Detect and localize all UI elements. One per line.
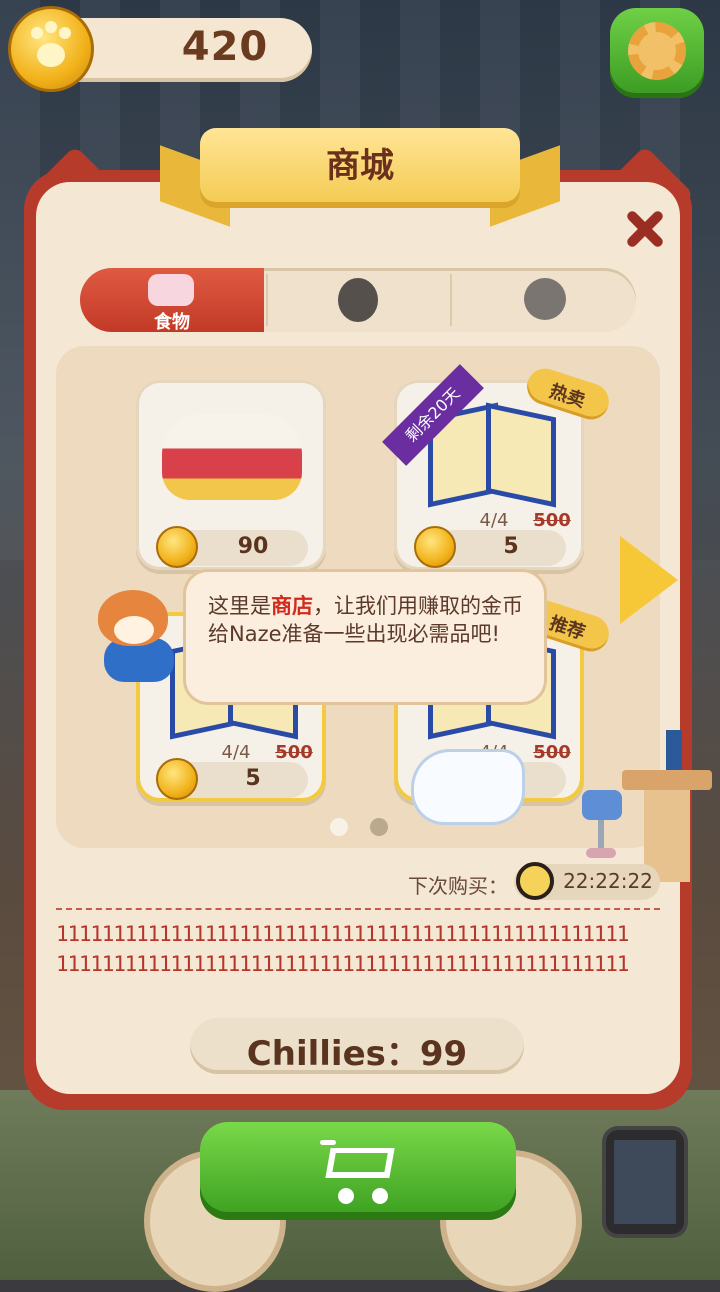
item-old-price: 500	[533, 510, 571, 531]
timer-value: 22:22:22	[563, 869, 653, 893]
tooltip-highlight: 商店	[271, 594, 313, 618]
cart-basket	[325, 1148, 395, 1178]
shop-item-food[interactable]: 90	[136, 380, 326, 570]
shopping-cart-icon	[320, 1140, 400, 1204]
price-tag: 90	[156, 526, 308, 568]
gear-icon	[628, 22, 686, 80]
category-tabs: 食物	[80, 268, 636, 332]
title-banner: 商城	[160, 128, 560, 227]
next-page-arrow-icon[interactable]	[620, 536, 678, 624]
banner-ribbon: 商城	[200, 128, 520, 208]
food-bowl-image	[162, 414, 302, 500]
filler-text: 1111111111111111111111111111111111111111…	[56, 952, 629, 976]
coin-amount: 420	[181, 24, 269, 70]
shop-title: 商城	[326, 146, 394, 186]
tab-items[interactable]	[452, 268, 636, 332]
phone-icon[interactable]	[606, 1130, 684, 1234]
next-purchase-timer: 22:22:22	[514, 862, 660, 900]
close-button[interactable]	[624, 208, 665, 249]
item-price: 5	[503, 534, 519, 559]
paw-coin-icon	[414, 526, 456, 568]
next-purchase-label: 下次购买：	[408, 874, 508, 898]
cake-icon	[148, 274, 194, 306]
paw-coin-icon	[156, 758, 198, 800]
item-price: 5	[245, 766, 261, 791]
item-stock: 4/4	[221, 742, 251, 763]
item-old-price: 500	[533, 742, 571, 763]
corgi-mascot	[88, 580, 188, 686]
item-stock: 4/4	[479, 510, 509, 531]
page-dot	[370, 818, 388, 836]
tutorial-tooltip: 这里是商店，让我们用赚取的金币给Naze准备一些出现必需品吧!	[186, 572, 544, 702]
phone-screen	[614, 1140, 676, 1224]
chair-decoration	[576, 780, 626, 860]
corgi-face	[114, 616, 154, 644]
tab-toys[interactable]	[266, 268, 450, 332]
price-tag: 5	[414, 526, 566, 568]
chillies-label: Chillies：99	[246, 1034, 468, 1074]
page-dot-active	[330, 818, 348, 836]
paw-coin-icon	[156, 526, 198, 568]
tab-food[interactable]: 食物	[80, 268, 264, 332]
paw-coin-icon	[8, 6, 94, 92]
tooltip-text: 这里是商店，让我们用赚取的金币给Naze准备一些出现必需品吧!	[208, 594, 523, 646]
item-old-price: 500	[275, 742, 313, 763]
item-price: 90	[237, 534, 269, 559]
tab-food-label: 食物	[154, 312, 190, 332]
toy-bear-icon	[338, 278, 378, 322]
cart-wheel	[338, 1188, 354, 1204]
settings-button[interactable]	[610, 8, 704, 98]
alarm-clock-icon	[516, 862, 554, 900]
chillies-counter: Chillies：99	[190, 1018, 524, 1074]
divider	[56, 908, 660, 910]
cart-wheel	[372, 1188, 388, 1204]
filler-text: 1111111111111111111111111111111111111111…	[56, 922, 629, 946]
desk-top	[622, 770, 712, 790]
price-tag: 5	[156, 758, 308, 800]
rock-icon	[524, 278, 566, 320]
pointing-hand-icon	[414, 752, 522, 822]
shop-cart-button[interactable]	[200, 1122, 516, 1220]
